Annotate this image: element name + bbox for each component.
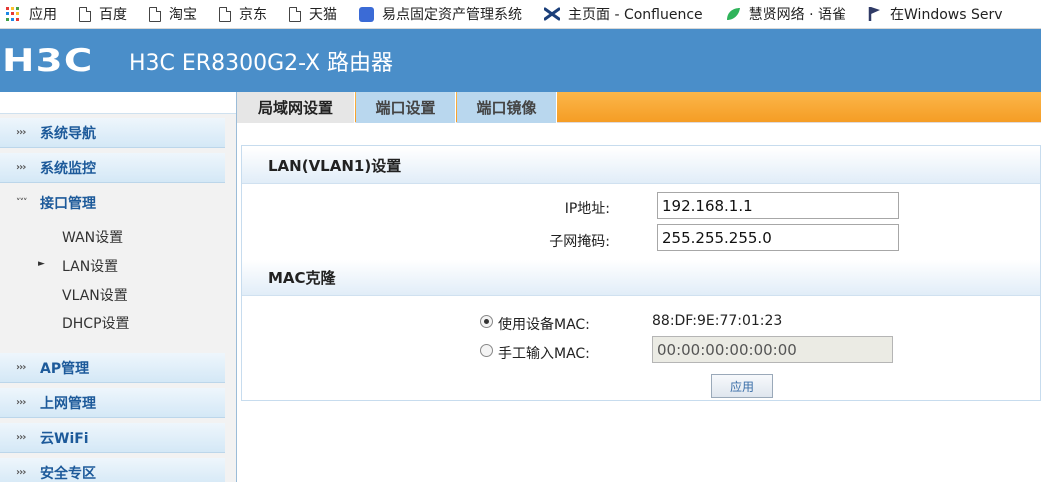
bookmark-baidu[interactable]: 百度 [79,4,127,24]
sidebar-item-security[interactable]: ››› 安全专区 [0,458,225,482]
tab-lan-settings[interactable]: 局域网设置 [237,92,355,123]
bookmark-label: 淘宝 [169,7,197,23]
ip-address-label: IP地址: [564,201,610,217]
page-icon [79,6,91,22]
use-device-mac-radio[interactable] [480,315,493,328]
page-icon [149,6,161,22]
expand-chevron-icon: ››› [16,397,26,408]
app-header: H3C H3C ER8300G2-X 路由器 [0,29,1041,92]
p-flag-icon [868,7,881,21]
bookmark-label: 应用 [29,7,57,23]
sidebar-subitem-vlan[interactable]: VLAN设置 [62,285,128,305]
tab-strip: 局域网设置 端口设置 端口镜像 [237,92,1041,123]
apps-grid-icon [6,6,21,22]
device-mac-value: 88:DF:9E:77:01:23 [652,313,783,329]
section-title-lan: LAN(VLAN1)设置 [242,148,1040,184]
apply-button[interactable]: 应用 [711,374,773,398]
bookmark-confluence[interactable]: 主页面 - Confluence [544,4,703,24]
expand-chevron-icon: ››› [16,362,26,373]
manual-mac-label: 手工输入MAC: [498,346,590,362]
confluence-icon [544,7,560,21]
subnet-mask-label: 子网掩码: [549,234,610,250]
collapse-chevron-icon: ˅˅˅ [16,198,28,208]
ip-address-input[interactable] [657,192,899,219]
expand-chevron-icon: ››› [16,432,26,443]
tab-port-mirror[interactable]: 端口镜像 [457,92,557,123]
subnet-mask-input[interactable] [657,224,899,251]
bookmark-label: 天猫 [309,7,337,23]
sidebar-item-cloud-wifi[interactable]: ››› 云WiFi [0,423,225,453]
page-icon [289,6,301,22]
sidebar-item-label: 上网管理 [40,395,96,412]
sidebar-item-label: 接口管理 [40,196,96,212]
bookmark-label: 百度 [99,7,127,23]
bookmark-label: 主页面 - Confluence [568,7,703,23]
bookmarks-bar: 应用 百度 淘宝 京东 天猫 易点固定资产管理系统 主页面 - Confluen… [0,0,1041,29]
sidebar-subitem-wan[interactable]: WAN设置 [62,227,123,247]
sidebar-item-system-monitor[interactable]: ››› 系统监控 [0,153,225,183]
bookmark-apps[interactable]: 应用 [6,4,57,24]
bookmark-yuque[interactable]: 慧贤网络 · 语雀 [725,4,846,24]
bookmark-asset-system[interactable]: 易点固定资产管理系统 [359,4,522,24]
use-device-mac-label: 使用设备MAC: [498,317,590,333]
sidebar-top-strip [0,92,236,114]
expand-chevron-icon: ››› [16,127,26,138]
current-item-arrow-icon: ► [38,259,45,269]
bookmark-label: 慧贤网络 · 语雀 [748,7,847,23]
sidebar-subitem-lan[interactable]: LAN设置 [62,256,118,276]
sidebar-item-label: 安全专区 [40,465,96,482]
leaf-icon [726,8,740,20]
h3c-logo: H3C [2,42,94,79]
sidebar-item-internet-mgmt[interactable]: ››› 上网管理 [0,388,225,418]
expand-chevron-icon: ››› [16,467,26,478]
sidebar: ››› 系统导航 ››› 系统监控 ˅˅˅ 接口管理 WAN设置 ► LAN设置… [0,92,237,482]
blue-doc-icon [359,6,374,22]
bookmark-label: 京东 [239,7,267,23]
sidebar-item-ap-mgmt[interactable]: ››› AP管理 [0,353,225,383]
expand-chevron-icon: ››› [16,162,26,173]
sidebar-item-label: 云WiFi [40,430,89,447]
sidebar-item-interface-mgmt[interactable]: ˅˅˅ 接口管理 [0,188,225,218]
sidebar-subitem-dhcp[interactable]: DHCP设置 [62,313,130,333]
sidebar-item-label: 系统导航 [40,125,96,142]
manual-mac-input[interactable] [652,336,893,363]
bookmark-windows-server[interactable]: 在Windows Serv [868,4,1003,24]
bookmark-label: 在Windows Serv [890,7,1003,23]
section-title-mac-clone: MAC克隆 [242,260,1040,296]
sidebar-item-system-nav[interactable]: ››› 系统导航 [0,118,225,148]
bookmark-tmall[interactable]: 天猫 [289,4,337,24]
sidebar-item-label: 系统监控 [40,160,96,177]
bookmark-taobao[interactable]: 淘宝 [149,4,197,24]
manual-mac-radio[interactable] [480,344,493,357]
page-icon [219,6,231,22]
sidebar-item-label: AP管理 [40,360,90,377]
page-title: H3C ER8300G2-X 路由器 [129,50,394,76]
tab-port-settings[interactable]: 端口设置 [356,92,456,123]
bookmark-label: 易点固定资产管理系统 [382,7,522,23]
settings-panel: LAN(VLAN1)设置 IP地址: 子网掩码: MAC克隆 使用设备MAC: … [241,145,1041,401]
bookmark-jd[interactable]: 京东 [219,4,267,24]
